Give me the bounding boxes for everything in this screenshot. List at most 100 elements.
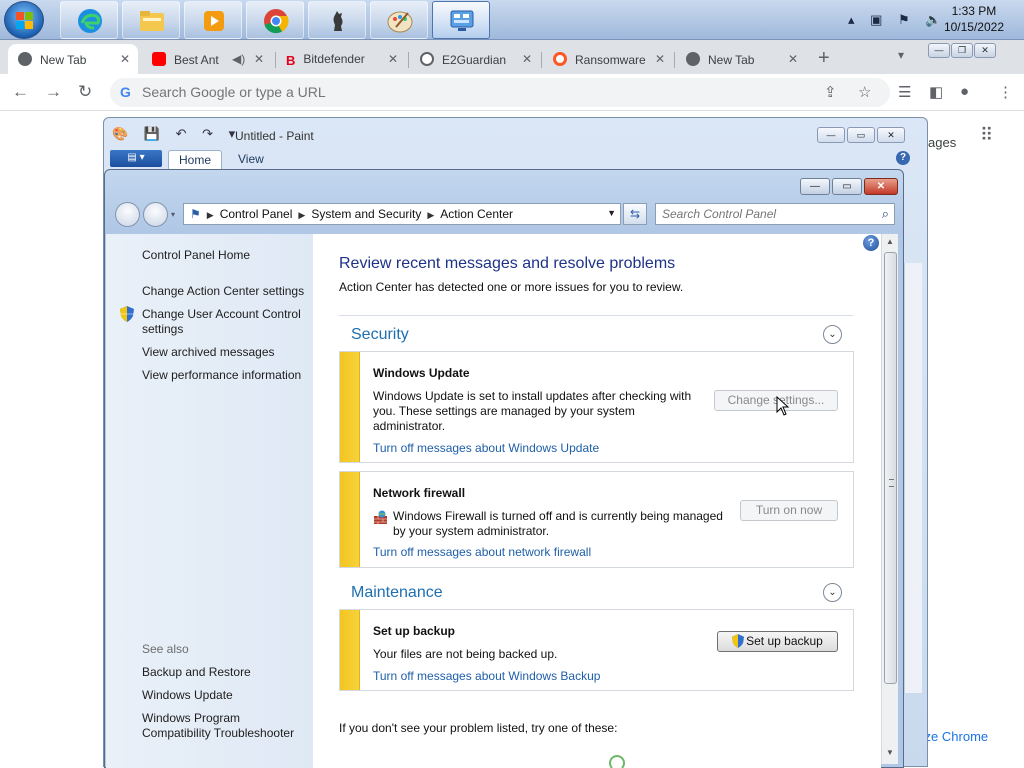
maintenance-section-title[interactable]: Maintenance <box>351 584 443 602</box>
cp-vertical-scrollbar[interactable]: ▲ ▼ <box>881 234 898 764</box>
security-collapse-chevron-icon[interactable]: ⌄ <box>823 325 842 344</box>
chrome-toolbar: ← → ↻ G ⇪ ☆ ☰ ◧ ● ⋮ <box>0 74 1024 111</box>
set-up-backup-button[interactable]: Set up backup <box>717 631 838 652</box>
taskbar-paint[interactable] <box>370 1 428 39</box>
scroll-up-icon[interactable]: ▲ <box>886 237 894 246</box>
close-tab-icon[interactable]: ✕ <box>522 52 532 66</box>
close-tab-icon[interactable]: ✕ <box>120 52 130 66</box>
taskbar-chess[interactable] <box>308 1 366 39</box>
scroll-thumb[interactable] <box>884 252 897 684</box>
taskbar-control-panel[interactable] <box>432 1 490 39</box>
minimize-icon[interactable]: — <box>928 43 950 58</box>
share-icon[interactable]: ⇪ <box>824 83 837 101</box>
images-link-partial[interactable]: ages <box>928 135 956 150</box>
maximize-icon[interactable]: ▭ <box>832 178 862 195</box>
forward-button[interactable] <box>143 202 168 227</box>
sidebar-change-uac-settings[interactable]: Change User Account Control settings <box>142 307 312 337</box>
close-tab-icon[interactable]: ✕ <box>788 52 798 66</box>
uac-shield-icon <box>732 634 744 648</box>
omnibox[interactable]: G ⇪ ☆ <box>110 78 890 107</box>
forward-arrow-icon[interactable]: → <box>45 82 62 102</box>
tab-e2guardian[interactable]: E2Guardian ✕ <box>410 44 540 74</box>
search-input[interactable] <box>662 207 862 221</box>
scroll-down-icon[interactable]: ▼ <box>886 748 894 757</box>
tab-search-chevron-icon[interactable]: ▾ <box>898 48 904 62</box>
reload-icon[interactable]: ↻ <box>78 82 92 102</box>
speaker-icon[interactable]: ◀) <box>232 52 245 66</box>
clock[interactable]: 1:33 PM 10/15/2022 <box>944 3 1004 35</box>
omnibox-input[interactable] <box>142 84 742 100</box>
restore-icon[interactable]: ❐ <box>951 43 973 58</box>
search-icon[interactable]: ⌕ <box>882 206 889 222</box>
taskbar-edge[interactable] <box>60 1 118 39</box>
tab-label: Best Ant <box>174 53 219 67</box>
close-tab-icon[interactable]: ✕ <box>655 52 665 66</box>
tab-bitdefender[interactable]: B Bitdefender ✕ <box>276 44 406 74</box>
sidebar-view-performance-info[interactable]: View performance information <box>142 368 301 383</box>
address-dropdown-icon[interactable]: ▼ <box>607 208 616 218</box>
maximize-icon[interactable]: ▭ <box>847 127 875 143</box>
chrome-menu-icon[interactable]: ⋮ <box>998 83 1013 101</box>
side-panel-icon[interactable]: ◧ <box>929 83 943 101</box>
warning-bar <box>340 610 360 690</box>
minimize-icon[interactable]: — <box>817 127 845 143</box>
back-button[interactable] <box>115 202 140 227</box>
breadcrumb-control-panel[interactable]: Control Panel <box>220 207 293 221</box>
tab-ransomware[interactable]: Ransomware ✕ <box>543 44 673 74</box>
back-arrow-icon[interactable]: ← <box>12 82 29 102</box>
help-icon[interactable]: ? <box>863 235 879 251</box>
taskbar-media-player[interactable] <box>184 1 242 39</box>
turn-on-now-button[interactable]: Turn on now <box>740 500 838 521</box>
paint-menu-button[interactable]: ▤ ▾ <box>110 150 162 167</box>
page-title: Review recent messages and resolve probl… <box>339 255 676 272</box>
maintenance-collapse-chevron-icon[interactable]: ⌄ <box>823 583 842 602</box>
close-tab-icon[interactable]: ✕ <box>254 52 264 66</box>
bookmark-star-icon[interactable]: ☆ <box>858 83 871 101</box>
tab-new-tab-1[interactable]: New Tab ✕ <box>8 44 138 74</box>
breadcrumb-action-center[interactable]: Action Center <box>440 207 513 221</box>
paint-icon <box>387 11 413 33</box>
taskbar-chrome[interactable] <box>246 1 304 39</box>
tab-label: Bitdefender <box>303 52 365 66</box>
chrome-favicon-icon <box>18 52 32 66</box>
backup-title: Set up backup <box>373 624 456 638</box>
sidebar-view-archived-messages[interactable]: View archived messages <box>142 345 275 360</box>
recent-pages-chevron-icon[interactable]: ▾ <box>171 210 175 219</box>
tray-icons[interactable]: ▴ ▣ ⚑ 🔈 <box>848 12 947 28</box>
tab-label: Ransomware <box>575 53 646 67</box>
security-section-title[interactable]: Security <box>351 326 409 344</box>
paint-help-icon[interactable]: ? <box>896 151 910 165</box>
start-button[interactable] <box>4 1 44 39</box>
paint-scrollbar[interactable] <box>904 263 922 693</box>
close-icon[interactable]: ✕ <box>877 127 905 143</box>
turn-off-windows-update-messages-link[interactable]: Turn off messages about Windows Update <box>373 441 599 455</box>
sidebar-control-panel-home[interactable]: Control Panel Home <box>142 248 250 263</box>
see-also-windows-update[interactable]: Windows Update <box>142 688 233 703</box>
tab-best-ant[interactable]: Best Ant ◀) ✕ <box>142 44 272 74</box>
see-also-compat-troubleshooter[interactable]: Windows Program Compatibility Troublesho… <box>142 711 312 741</box>
tab-label: E2Guardian <box>442 53 507 67</box>
minimize-icon[interactable]: — <box>800 178 830 195</box>
close-icon[interactable]: ✕ <box>864 178 898 195</box>
profile-avatar-icon[interactable]: ● <box>960 83 969 100</box>
apps-grid-icon[interactable]: ⠿ <box>980 126 993 144</box>
close-tab-icon[interactable]: ✕ <box>388 52 398 66</box>
taskbar-file-explorer[interactable] <box>122 1 180 39</box>
turn-off-firewall-messages-link[interactable]: Turn off messages about network firewall <box>373 545 591 559</box>
new-tab-button[interactable]: + <box>818 47 830 70</box>
turn-off-backup-messages-link[interactable]: Turn off messages about Windows Backup <box>373 669 600 683</box>
windows-update-title: Windows Update <box>373 366 470 380</box>
address-bar[interactable]: ⚑ ▶ Control Panel ▶ System and Security ▶ Acti… <box>183 203 621 225</box>
tab-new-tab-2[interactable]: New Tab ✕ <box>676 44 806 74</box>
close-icon[interactable]: ✕ <box>974 43 996 58</box>
paint-quick-access-toolbar[interactable]: 🎨 💾 ↶ ↷ ▾ <box>112 126 241 142</box>
sidebar-change-action-center-settings[interactable]: Change Action Center settings <box>142 284 304 299</box>
breadcrumb-system-and-security[interactable]: System and Security <box>311 207 421 221</box>
chrome-tab-strip: New Tab ✕ Best Ant ◀) ✕ B Bitdefender ✕ E… <box>0 40 1024 74</box>
refresh-button[interactable]: ⇆ <box>623 203 647 225</box>
reading-list-icon[interactable]: ☰ <box>898 83 911 101</box>
see-also-backup-restore[interactable]: Backup and Restore <box>142 665 251 680</box>
paint-tab-view[interactable]: View <box>228 150 274 168</box>
search-box[interactable]: ⌕ <box>655 203 895 225</box>
paint-tab-home[interactable]: Home <box>168 150 223 169</box>
